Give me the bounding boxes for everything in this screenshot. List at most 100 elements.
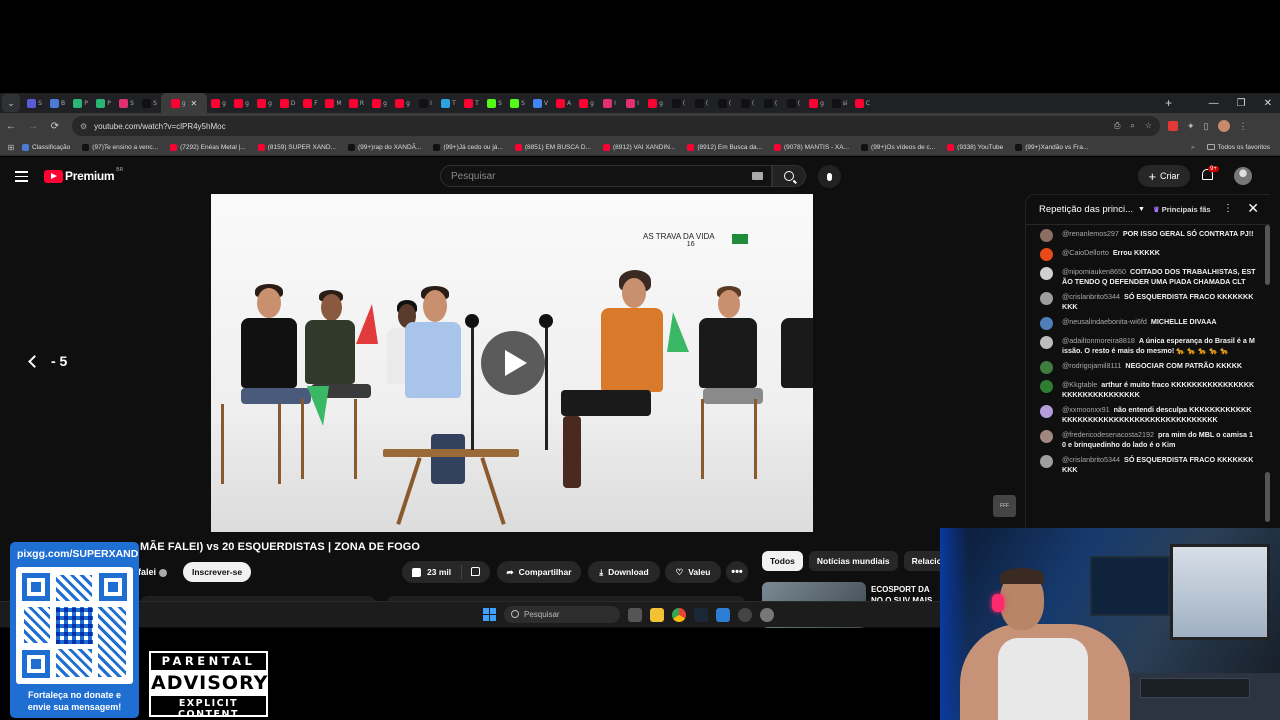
account-avatar[interactable]	[1234, 167, 1252, 185]
chat-author[interactable]: @CaioDellorto	[1062, 248, 1109, 257]
bookmark-item[interactable]: (7292) Enéas Metal |...	[170, 143, 246, 151]
browser-tab[interactable]: S	[506, 93, 529, 113]
back-icon[interactable]: ←	[0, 121, 22, 132]
bookmark-item[interactable]: (99+)Já cedo ou já...	[433, 143, 503, 151]
file-explorer-icon[interactable]	[650, 607, 664, 622]
chat-avatar[interactable]	[1040, 317, 1053, 330]
chat-avatar[interactable]	[1040, 430, 1053, 443]
sidebar-icon[interactable]: ▯	[1204, 121, 1209, 132]
browser-tab[interactable]: (	[782, 93, 805, 113]
chat-author[interactable]: @neusalindaebonita-wi6fd	[1062, 317, 1147, 326]
chevron-down-icon[interactable]: ▼	[1138, 206, 1145, 213]
tab-search-dropdown-icon[interactable]: ⌄	[2, 94, 20, 112]
create-button[interactable]: + Criar	[1138, 165, 1190, 187]
subscribe-button[interactable]: Inscrever-se	[183, 562, 251, 582]
bookmark-item[interactable]: (97)Te ensino a venc...	[82, 143, 158, 151]
browser-tab[interactable]: (	[736, 93, 759, 113]
browser-tab[interactable]: P	[92, 93, 115, 113]
browser-tab[interactable]: R	[345, 93, 368, 113]
share-button[interactable]: ➦ Compartilhar	[497, 561, 581, 583]
install-icon[interactable]: ⎙	[1114, 121, 1120, 131]
minimize-icon[interactable]: —	[1209, 98, 1219, 109]
browser-tab[interactable]: I	[598, 93, 621, 113]
bookmark-item[interactable]: (8851) EM BUSCA D...	[514, 143, 591, 151]
browser-tab[interactable]: S	[115, 93, 138, 113]
browser-tab[interactable]: g	[805, 93, 828, 113]
browser-tab[interactable]: B	[46, 93, 69, 113]
browser-tab[interactable]: (	[713, 93, 736, 113]
browser-tab[interactable]: F	[299, 93, 322, 113]
profile-avatar[interactable]	[1217, 120, 1230, 132]
thanks-button[interactable]: ♡ Valeu	[665, 561, 721, 583]
browser-tab[interactable]: V	[529, 93, 552, 113]
chat-avatar[interactable]	[1040, 405, 1053, 418]
browser-tab[interactable]: A	[552, 93, 575, 113]
reload-icon[interactable]: ⟳	[44, 121, 66, 132]
dislike-button[interactable]	[462, 566, 489, 578]
steam-icon[interactable]	[694, 607, 708, 622]
browser-tab[interactable]: g	[368, 93, 391, 113]
chat-avatar[interactable]	[1040, 455, 1053, 468]
browser-tab[interactable]: g	[644, 93, 667, 113]
browser-tab[interactable]: I	[414, 93, 437, 113]
bookmark-item[interactable]: (99+)Os vídeos de c...	[861, 143, 935, 151]
voice-search-button[interactable]	[818, 165, 841, 188]
taskbar-search[interactable]: Pesquisar	[504, 606, 620, 623]
chat-avatar[interactable]	[1040, 361, 1053, 374]
browser-tab[interactable]: g	[391, 93, 414, 113]
like-button[interactable]: 23 mil	[402, 565, 463, 579]
top-fans-filter[interactable]: ♛ Principais fãs	[1153, 205, 1211, 214]
chat-author[interactable]: @renanlemos297	[1062, 229, 1119, 238]
browser-tab[interactable]: C	[851, 93, 874, 113]
bookmark-item[interactable]: (9338) YouTube	[947, 143, 1003, 151]
channel-name[interactable]: falei	[138, 567, 168, 577]
browser-tab[interactable]: (	[759, 93, 782, 113]
chat-author[interactable]: @adailtonmoreira8818	[1062, 336, 1135, 345]
extensions-puzzle-icon[interactable]: ✦	[1187, 121, 1195, 132]
app-icon[interactable]	[716, 607, 730, 622]
chat-author[interactable]: @xxmoonxx91	[1062, 405, 1110, 414]
youtube-logo[interactable]: Premium BR	[44, 167, 123, 183]
extension-icon[interactable]	[1168, 121, 1178, 131]
chat-menu-icon[interactable]: ⋮	[1223, 203, 1233, 214]
browser-tab[interactable]: P	[69, 93, 92, 113]
browser-tab[interactable]: D	[276, 93, 299, 113]
chat-scrollbar-thumb[interactable]	[1265, 472, 1270, 522]
chat-author[interactable]: @fredericodesenacosta2192	[1062, 430, 1154, 439]
chip-all[interactable]: Todos	[762, 551, 803, 571]
bookmark-item[interactable]: (8912) VAI XANDIN...	[602, 143, 675, 151]
close-chat-icon[interactable]: ✕	[1247, 200, 1259, 217]
app-icon-circle[interactable]	[738, 607, 752, 622]
close-tab-icon[interactable]: ✕	[191, 99, 198, 108]
browser-tab[interactable]: M	[322, 93, 345, 113]
search-input[interactable]: Pesquisar	[440, 165, 772, 187]
browser-tab[interactable]: S	[138, 93, 161, 113]
chrome-icon[interactable]	[672, 607, 686, 622]
bookmark-item[interactable]: (9078) MANTIS - XA...	[774, 143, 849, 151]
keyboard-icon[interactable]	[752, 172, 763, 180]
bookmark-item[interactable]: (99+)rap do XANDÃ...	[347, 143, 421, 151]
browser-tab[interactable]: g ✕	[161, 93, 207, 113]
chip-world-news[interactable]: Notícias mundiais	[808, 551, 898, 571]
play-button-icon[interactable]	[481, 331, 545, 395]
forward-icon[interactable]: →	[22, 121, 44, 132]
chat-author[interactable]: @Kkgtable	[1062, 380, 1097, 389]
menu-dots-icon[interactable]: ⋮	[1239, 121, 1248, 132]
chat-avatar[interactable]	[1040, 248, 1053, 261]
task-view-icon[interactable]	[628, 607, 642, 622]
rewind-control[interactable]: - 5	[28, 353, 67, 369]
zoom-icon[interactable]: ⌕	[1130, 121, 1134, 131]
chat-author[interactable]: @crislanbrito5344	[1062, 455, 1120, 464]
settings-gear-icon[interactable]	[760, 607, 774, 622]
chat-avatar[interactable]	[1040, 292, 1053, 305]
browser-tab[interactable]: T	[460, 93, 483, 113]
chat-avatar[interactable]	[1040, 229, 1053, 242]
more-actions-button[interactable]: •••	[726, 561, 748, 583]
browser-tab[interactable]: I	[621, 93, 644, 113]
bookmarks-overflow-icon[interactable]: »	[1191, 144, 1195, 151]
search-button[interactable]	[772, 165, 806, 187]
hamburger-menu-icon[interactable]	[15, 171, 28, 185]
chat-avatar[interactable]	[1040, 380, 1053, 393]
chat-title[interactable]: Repetição das princi...	[1039, 204, 1133, 215]
download-button[interactable]: ⤓ Download	[588, 561, 660, 583]
